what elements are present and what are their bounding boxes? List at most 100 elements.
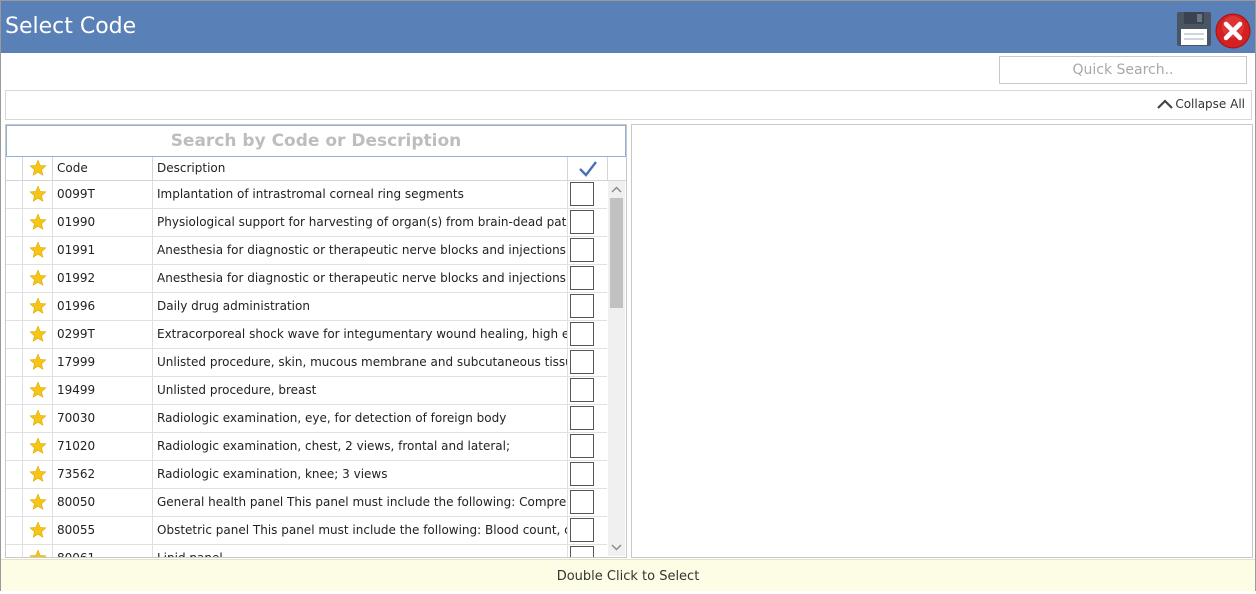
row-selector-cell[interactable]: [6, 293, 23, 320]
header-scroll-spacer: [608, 157, 626, 180]
description-cell: Daily drug administration: [153, 293, 568, 320]
table-row[interactable]: 71020 Radiologic examination, chest, 2 vi…: [6, 433, 607, 461]
row-selector-cell[interactable]: [6, 461, 23, 488]
star-icon[interactable]: [29, 549, 47, 557]
star-icon[interactable]: [29, 437, 47, 455]
favorite-cell[interactable]: [23, 489, 53, 516]
star-icon[interactable]: [29, 521, 47, 539]
star-icon[interactable]: [29, 297, 47, 315]
code-search-input[interactable]: [6, 125, 626, 157]
table-row[interactable]: 0299T Extracorporeal shock wave for integ…: [6, 321, 607, 349]
table-row[interactable]: 73562 Radiologic examination, knee; 3 vie…: [6, 461, 607, 489]
collapse-all-button[interactable]: Collapse All: [1157, 97, 1245, 111]
description-cell: Anesthesia for diagnostic or therapeutic…: [153, 265, 568, 292]
favorite-cell[interactable]: [23, 237, 53, 264]
description-cell: Physiological support for harvesting of …: [153, 209, 568, 236]
close-button[interactable]: [1215, 13, 1251, 49]
header-description[interactable]: Description: [153, 157, 568, 180]
select-checkbox[interactable]: [570, 294, 594, 318]
favorite-cell[interactable]: [23, 265, 53, 292]
star-icon[interactable]: [29, 353, 47, 371]
code-cell: 01992: [53, 265, 153, 292]
favorite-cell[interactable]: [23, 349, 53, 376]
select-checkbox[interactable]: [570, 546, 594, 557]
select-checkbox[interactable]: [570, 406, 594, 430]
row-selector-cell[interactable]: [6, 181, 23, 208]
select-checkbox[interactable]: [570, 238, 594, 262]
row-selector-cell[interactable]: [6, 209, 23, 236]
row-selector-cell[interactable]: [6, 517, 23, 544]
select-cell: [568, 461, 607, 488]
scroll-up-arrow-icon[interactable]: [608, 181, 625, 198]
select-checkbox[interactable]: [570, 490, 594, 514]
row-selector-cell[interactable]: [6, 265, 23, 292]
select-checkbox[interactable]: [570, 210, 594, 234]
header-favorite-cell[interactable]: [23, 157, 53, 180]
select-checkbox[interactable]: [570, 378, 594, 402]
select-cell: [568, 489, 607, 516]
star-icon[interactable]: [29, 241, 47, 259]
select-checkbox[interactable]: [570, 182, 594, 206]
table-row[interactable]: 01992 Anesthesia for diagnostic or therap…: [6, 265, 607, 293]
table-row[interactable]: 17999 Unlisted procedure, skin, mucous me…: [6, 349, 607, 377]
quick-search-input[interactable]: [999, 56, 1247, 84]
favorite-cell[interactable]: [23, 405, 53, 432]
star-icon[interactable]: [29, 493, 47, 511]
row-selector-cell[interactable]: [6, 237, 23, 264]
favorite-cell[interactable]: [23, 181, 53, 208]
star-icon[interactable]: [29, 381, 47, 399]
table-row[interactable]: 01991 Anesthesia for diagnostic or therap…: [6, 237, 607, 265]
footer-hint: Double Click to Select: [1, 559, 1255, 591]
select-checkbox[interactable]: [570, 322, 594, 346]
code-list-panel: Code Description 0099TImplantation of in…: [5, 124, 627, 558]
row-selector-cell[interactable]: [6, 489, 23, 516]
select-checkbox[interactable]: [570, 462, 594, 486]
favorite-cell[interactable]: [23, 433, 53, 460]
detail-panel: [631, 124, 1253, 558]
select-checkbox[interactable]: [570, 266, 594, 290]
favorite-cell[interactable]: [23, 517, 53, 544]
code-cell: 0099T: [53, 181, 153, 208]
table-row[interactable]: 80050 General health panel This panel mus…: [6, 489, 607, 517]
row-selector-cell[interactable]: [6, 405, 23, 432]
star-icon[interactable]: [29, 325, 47, 343]
star-icon[interactable]: [29, 465, 47, 483]
table-row[interactable]: 0099T Implantation of intrastromal cornea…: [6, 181, 607, 209]
scroll-down-arrow-icon[interactable]: [608, 539, 625, 556]
star-icon[interactable]: [29, 185, 47, 203]
table-row[interactable]: 80061Lipid panel: [6, 545, 607, 557]
table-row[interactable]: 80055 Obstetric panel This panel must inc…: [6, 517, 607, 545]
table-row[interactable]: 19499 Unlisted procedure, breast: [6, 377, 607, 405]
favorite-cell[interactable]: [23, 209, 53, 236]
header-select-all[interactable]: [568, 157, 608, 180]
select-checkbox[interactable]: [570, 434, 594, 458]
row-selector-cell[interactable]: [6, 545, 23, 557]
select-checkbox[interactable]: [570, 350, 594, 374]
star-icon: [29, 159, 47, 176]
favorite-cell[interactable]: [23, 293, 53, 320]
header-code[interactable]: Code: [53, 157, 153, 180]
favorite-cell[interactable]: [23, 321, 53, 348]
scrollbar-thumb[interactable]: [610, 198, 623, 308]
favorite-cell[interactable]: [23, 461, 53, 488]
row-selector-cell[interactable]: [6, 349, 23, 376]
select-cell: [568, 433, 607, 460]
select-cell: [568, 321, 607, 348]
row-selector-cell[interactable]: [6, 321, 23, 348]
table-row[interactable]: 01990 Physiological support for harvestin…: [6, 209, 607, 237]
favorite-cell[interactable]: [23, 545, 53, 557]
select-checkbox[interactable]: [570, 518, 594, 542]
select-cell: [568, 265, 607, 292]
select-cell: [568, 181, 607, 208]
star-icon[interactable]: [29, 269, 47, 287]
row-selector-cell[interactable]: [6, 377, 23, 404]
save-button[interactable]: [1176, 11, 1212, 47]
row-selector-cell[interactable]: [6, 433, 23, 460]
table-row[interactable]: 70030 Radiologic examination, eye, for de…: [6, 405, 607, 433]
group-bar: Collapse All: [5, 90, 1252, 120]
favorite-cell[interactable]: [23, 377, 53, 404]
star-icon[interactable]: [29, 213, 47, 231]
table-row[interactable]: 01996 Daily drug administration: [6, 293, 607, 321]
star-icon[interactable]: [29, 409, 47, 427]
vertical-scrollbar[interactable]: [608, 181, 625, 556]
